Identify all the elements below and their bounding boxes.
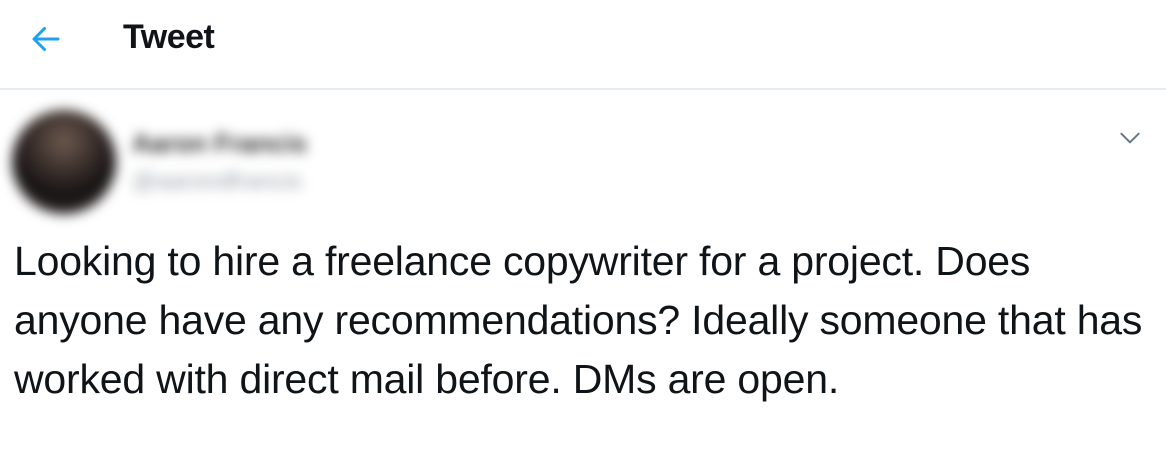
- arrow-left-icon: [32, 27, 60, 51]
- tweet-text: Looking to hire a freelance copywriter f…: [14, 238, 1143, 402]
- more-options-button[interactable]: [1110, 118, 1150, 158]
- page-title: Tweet: [123, 18, 215, 56]
- top-bar: Tweet: [0, 0, 1166, 90]
- back-button[interactable]: [18, 14, 74, 64]
- tweet-author: Aaron Francis @aarondfrancis: [0, 100, 1166, 230]
- chevron-down-icon: [1120, 132, 1140, 144]
- author-display-name[interactable]: Aaron Francis: [132, 128, 307, 159]
- author-handle[interactable]: @aarondfrancis: [132, 168, 302, 196]
- avatar[interactable]: [12, 110, 116, 214]
